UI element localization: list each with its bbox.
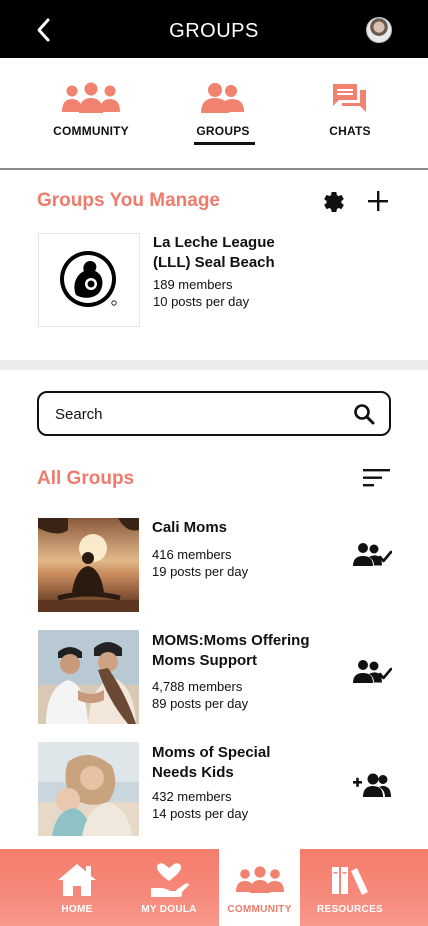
search-icon [354,404,375,425]
list-item[interactable]: MOMS:Moms Offering Moms Support 4,788 me… [0,630,428,726]
nav-label: HOME [61,904,93,915]
add-group-button[interactable] [366,189,390,213]
group-photo-image [38,518,139,612]
groups-icon [201,83,244,113]
nav-home[interactable]: HOME [37,849,117,926]
section-title: Groups You Manage [37,190,220,211]
group-name: Cali Moms [152,519,228,536]
search-bar [37,391,391,436]
community-icon [62,82,120,113]
member-count: 432 members [152,789,232,804]
avatar[interactable] [366,17,392,43]
member-count: 189 members [153,277,233,292]
tab-chats[interactable]: CHATS [290,78,410,138]
bottom-nav: HOME MY DOULA COMMUNITY RESOURCES [0,849,428,926]
group-photo [38,742,139,836]
chats-icon [333,84,366,112]
list-item[interactable]: Moms of Special Needs Kids 432 members 1… [0,742,428,838]
tab-community[interactable]: COMMUNITY [31,78,151,138]
resources-icon [332,867,368,895]
member-count: 416 members [152,547,232,562]
tab-label: COMMUNITY [53,124,129,138]
posts-per-day: 19 posts per day [152,564,249,579]
app-header: GROUPS [0,0,428,58]
nav-label: RESOURCES [316,904,384,915]
la-leche-league-logo [60,251,117,307]
group-name-line2[interactable]: (LLL) Seal Beach [153,253,275,273]
group-name: Moms of Special [152,744,271,761]
section-divider [0,360,428,370]
group-photo [38,518,139,612]
list-item[interactable]: Cali Moms 416 members 19 posts per day [0,518,428,614]
managed-groups-section: Groups You Manage La Leche League (LLL) … [0,172,428,360]
group-add-icon [353,773,391,797]
sort-icon [363,469,390,487]
group-joined-icon [353,660,393,683]
group-name-line2: Moms Support [152,652,257,669]
tab-label: CHATS [329,124,371,138]
page-title: GROUPS [169,20,259,42]
sort-button[interactable] [363,468,391,488]
posts-per-day: 89 posts per day [152,696,249,711]
gear-icon [324,192,344,213]
group-photo-image [38,742,139,836]
search-input[interactable] [55,403,335,425]
posts-per-day: 10 posts per day [153,294,250,309]
tab-groups[interactable]: GROUPS [163,78,283,138]
top-tabs: COMMUNITY GROUPS CHATS [0,58,428,170]
nav-label: COMMUNITY [227,904,292,915]
group-photo-image [38,630,139,724]
group-name-line2: Needs Kids [152,764,234,781]
all-groups-title: All Groups [37,468,135,489]
settings-button[interactable] [322,190,346,214]
posts-per-day: 14 posts per day [152,806,249,821]
plus-icon [368,191,388,211]
nav-community[interactable]: COMMUNITY [219,849,300,926]
home-icon [58,864,96,896]
active-tab-indicator [194,142,255,145]
search-button[interactable] [353,403,375,425]
member-count: 4,788 members [152,679,243,694]
joined-group-button[interactable] [352,542,393,568]
doula-icon [151,863,189,897]
nav-resources[interactable]: RESOURCES [300,849,400,926]
joined-group-button[interactable] [352,659,393,685]
community-icon [235,866,284,893]
group-name[interactable]: La Leche League [153,233,275,253]
group-joined-icon [353,543,393,566]
group-photo [38,630,139,724]
group-logo[interactable] [38,233,140,327]
nav-label: MY DOULA [141,904,197,915]
join-group-button[interactable] [352,772,392,798]
tab-label: GROUPS [196,124,250,138]
group-name: MOMS:Moms Offering [152,632,310,649]
nav-my-doula[interactable]: MY DOULA [128,849,210,926]
